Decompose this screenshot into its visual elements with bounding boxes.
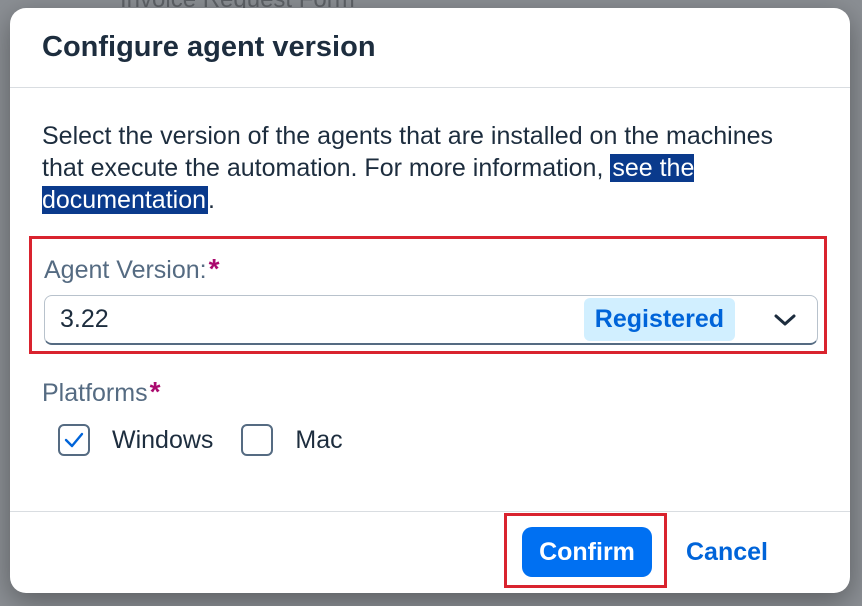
checkmark-icon	[64, 432, 84, 448]
platforms-label-row: Platforms*	[42, 376, 161, 408]
mac-label: Mac	[295, 425, 343, 454]
agent-version-label: Agent Version:	[44, 256, 207, 284]
registered-badge: Registered	[583, 298, 735, 341]
dialog-title: Configure agent version	[42, 31, 376, 63]
agent-version-value: 3.22	[60, 305, 109, 333]
agent-version-select[interactable]: 3.22 Registered	[44, 295, 818, 345]
confirm-button[interactable]: Confirm	[522, 527, 652, 577]
dialog-description: Select the version of the agents that ar…	[42, 120, 818, 216]
mac-checkbox[interactable]	[241, 424, 274, 456]
chevron-down-icon[interactable]	[765, 300, 805, 340]
agent-version-highlight: Agent Version:* 3.22 Registered	[29, 236, 827, 354]
platform-option-windows[interactable]: Windows	[58, 424, 213, 456]
platform-options: Windows Mac	[58, 424, 371, 456]
windows-checkbox[interactable]	[58, 424, 90, 456]
description-end: .	[208, 186, 215, 214]
cancel-button[interactable]: Cancel	[674, 527, 780, 577]
agent-version-required-mark: *	[208, 253, 220, 284]
windows-label: Windows	[112, 425, 214, 454]
platforms-required-mark: *	[149, 376, 161, 407]
platforms-label: Platforms	[42, 379, 148, 407]
dialog-content: Select the version of the agents that ar…	[10, 88, 850, 216]
configure-agent-dialog: Configure agent version Select the versi…	[10, 8, 850, 593]
agent-version-label-row: Agent Version:*	[44, 253, 220, 285]
platform-option-mac[interactable]: Mac	[241, 424, 343, 456]
dialog-header: Configure agent version	[10, 8, 850, 88]
